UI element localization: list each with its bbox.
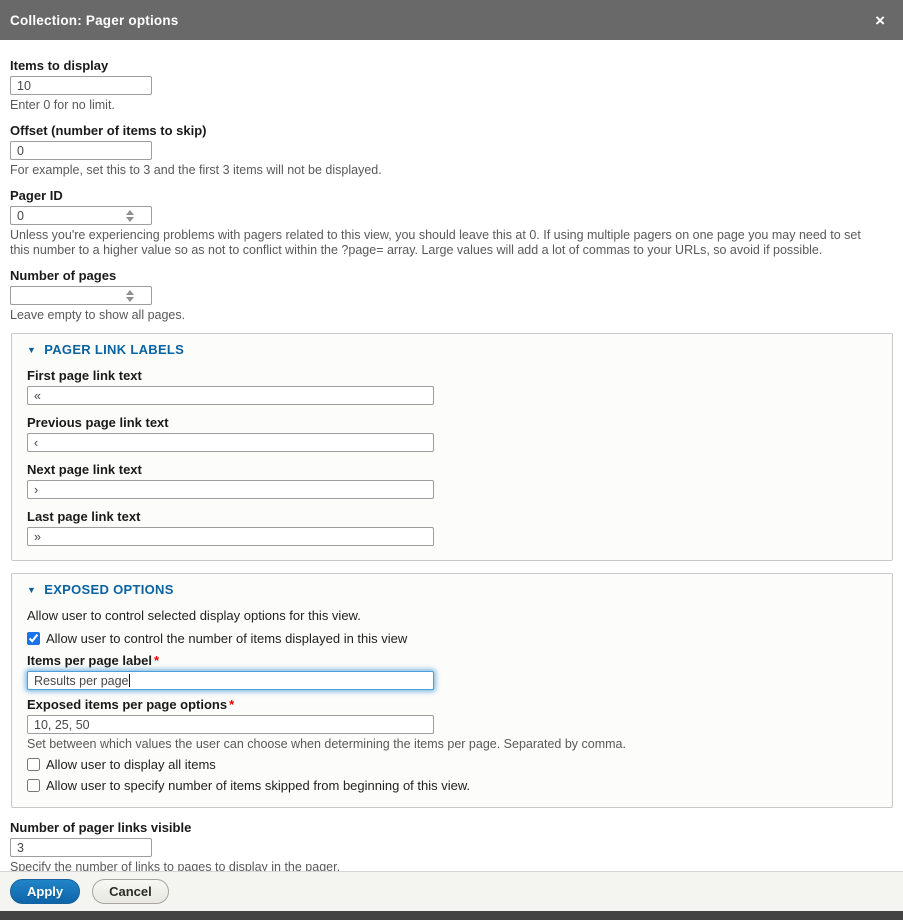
dialog-footer: Apply Cancel bbox=[0, 871, 903, 911]
items-to-display-label: Items to display bbox=[10, 58, 893, 73]
fieldset-toggle-pager-link-labels[interactable]: ▼ PAGER LINK LABELS bbox=[27, 342, 877, 358]
checkbox-row-control-items: Allow user to control the number of item… bbox=[27, 631, 877, 646]
close-icon[interactable]: × bbox=[869, 10, 891, 31]
items-per-page-label-input[interactable] bbox=[27, 671, 434, 690]
next-page-link-label: Next page link text bbox=[27, 462, 877, 477]
required-marker: * bbox=[154, 653, 159, 668]
collapse-triangle-icon: ▼ bbox=[27, 346, 36, 355]
offset-label: Offset (number of items to skip) bbox=[10, 123, 893, 138]
display-all-checkbox-label: Allow user to display all items bbox=[46, 757, 216, 772]
last-page-link-label: Last page link text bbox=[27, 509, 877, 524]
pager-links-visible-label: Number of pager links visible bbox=[10, 820, 893, 835]
exposed-items-options-label: Exposed items per page options bbox=[27, 697, 227, 712]
items-per-page-label: Items per page label bbox=[27, 653, 152, 668]
field-last-page-link-text: Last page link text bbox=[27, 509, 877, 546]
exposed-items-options-input[interactable] bbox=[27, 715, 434, 734]
skip-items-checkbox-label: Allow user to specify number of items sk… bbox=[46, 778, 470, 793]
exposed-options-intro: Allow user to control selected display o… bbox=[27, 608, 877, 623]
number-of-pages-description: Leave empty to show all pages. bbox=[10, 308, 880, 323]
field-items-per-page-label: Items per page label* bbox=[27, 653, 877, 690]
number-of-pages-label: Number of pages bbox=[10, 268, 893, 283]
cancel-button[interactable]: Cancel bbox=[92, 879, 169, 904]
text-caret bbox=[129, 674, 130, 687]
display-all-checkbox[interactable] bbox=[27, 758, 40, 771]
control-items-checkbox[interactable] bbox=[27, 632, 40, 645]
skip-items-checkbox[interactable] bbox=[27, 779, 40, 792]
pager-link-labels-legend: PAGER LINK LABELS bbox=[44, 342, 184, 358]
fieldset-toggle-exposed-options[interactable]: ▼ EXPOSED OPTIONS bbox=[27, 582, 877, 598]
pager-id-description: Unless you're experiencing problems with… bbox=[10, 228, 880, 258]
pager-id-label: Pager ID bbox=[10, 188, 893, 203]
items-to-display-description: Enter 0 for no limit. bbox=[10, 98, 880, 113]
collapse-triangle-icon: ▼ bbox=[27, 586, 36, 595]
fieldset-exposed-options: ▼ EXPOSED OPTIONS Allow user to control … bbox=[11, 573, 893, 808]
previous-page-link-label: Previous page link text bbox=[27, 415, 877, 430]
field-pager-id: Pager ID Unless you're experiencing prob… bbox=[10, 188, 893, 258]
first-page-link-input[interactable] bbox=[27, 386, 434, 405]
checkbox-row-display-all: Allow user to display all items bbox=[27, 757, 877, 772]
pager-id-input[interactable] bbox=[10, 206, 152, 225]
field-number-of-pages: Number of pages Leave empty to show all … bbox=[10, 268, 893, 323]
previous-page-link-input[interactable] bbox=[27, 433, 434, 452]
pager-links-visible-description: Specify the number of links to pages to … bbox=[10, 860, 880, 871]
checkbox-row-skip-items: Allow user to specify number of items sk… bbox=[27, 778, 877, 793]
field-next-page-link-text: Next page link text bbox=[27, 462, 877, 499]
dialog-titlebar: Collection: Pager options × bbox=[0, 0, 903, 40]
field-first-page-link-text: First page link text bbox=[27, 368, 877, 405]
field-exposed-items-options: Exposed items per page options* Set betw… bbox=[27, 697, 877, 752]
first-page-link-label: First page link text bbox=[27, 368, 877, 383]
last-page-link-input[interactable] bbox=[27, 527, 434, 546]
apply-button[interactable]: Apply bbox=[10, 879, 80, 904]
pager-links-visible-input[interactable] bbox=[10, 838, 152, 857]
dialog-content: Items to display Enter 0 for no limit. O… bbox=[0, 40, 903, 871]
required-marker: * bbox=[229, 697, 234, 712]
field-items-to-display: Items to display Enter 0 for no limit. bbox=[10, 58, 893, 113]
dialog-title: Collection: Pager options bbox=[10, 13, 179, 28]
offset-description: For example, set this to 3 and the first… bbox=[10, 163, 880, 178]
pager-options-dialog: Collection: Pager options × Items to dis… bbox=[0, 0, 903, 920]
next-page-link-input[interactable] bbox=[27, 480, 434, 499]
fieldset-pager-link-labels: ▼ PAGER LINK LABELS First page link text… bbox=[11, 333, 893, 561]
items-to-display-input[interactable] bbox=[10, 76, 152, 95]
exposed-options-legend: EXPOSED OPTIONS bbox=[44, 582, 173, 598]
field-offset: Offset (number of items to skip) For exa… bbox=[10, 123, 893, 178]
offset-input[interactable] bbox=[10, 141, 152, 160]
exposed-items-options-description: Set between which values the user can ch… bbox=[27, 737, 877, 752]
field-previous-page-link-text: Previous page link text bbox=[27, 415, 877, 452]
control-items-checkbox-label: Allow user to control the number of item… bbox=[46, 631, 407, 646]
number-of-pages-input[interactable] bbox=[10, 286, 152, 305]
field-pager-links-visible: Number of pager links visible Specify th… bbox=[10, 820, 893, 871]
page-background-strip bbox=[0, 911, 903, 920]
